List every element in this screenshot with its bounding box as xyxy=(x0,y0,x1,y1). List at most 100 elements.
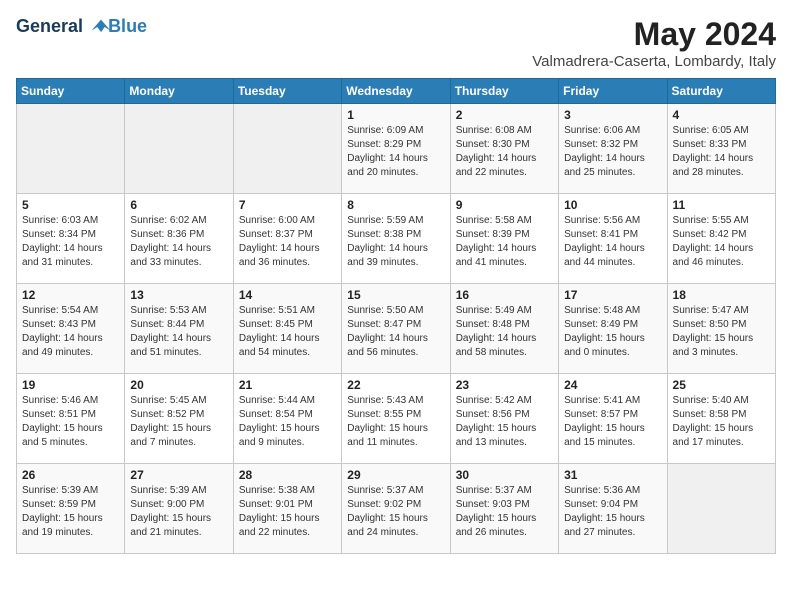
header: General Blue May 2024 Valmadrera-Caserta… xyxy=(16,16,776,70)
table-row: 1Sunrise: 6:09 AMSunset: 8:29 PMDaylight… xyxy=(342,104,450,194)
day-number: 7 xyxy=(239,198,336,212)
day-info: Sunrise: 5:47 AMSunset: 8:50 PMDaylight:… xyxy=(673,304,770,360)
table-row: 31 Sunrise: 5:36 AMSunset: 9:04 PMDayligh… xyxy=(559,464,667,554)
table-row: 28Sunrise: 5:38 AMSunset: 9:01 PMDayligh… xyxy=(233,464,341,554)
day-info: Sunrise: 5:50 AMSunset: 8:47 PMDaylight:… xyxy=(347,304,444,360)
table-row: 23 Sunrise: 5:42 AMSunset: 8:56 PMDayligh… xyxy=(450,374,558,464)
day-number: 11 xyxy=(673,198,770,212)
logo: General Blue xyxy=(16,16,147,38)
logo-line1: General xyxy=(16,16,83,36)
day-info: Sunrise: 5:45 AMSunset: 8:52 PMDaylight:… xyxy=(130,394,227,450)
day-info: Sunrise: 5:51 AMSunset: 8:45 PMDaylight:… xyxy=(239,304,336,360)
table-row: 8 Sunrise: 5:59 AMSunset: 8:38 PMDaylight… xyxy=(342,194,450,284)
header-tuesday: Tuesday xyxy=(233,79,341,104)
table-row: 6Sunrise: 6:02 AMSunset: 8:36 PMDaylight… xyxy=(125,194,233,284)
day-info: Sunrise: 6:08 AMSunset: 8:30 PMDaylight:… xyxy=(456,124,553,180)
table-row: 29 Sunrise: 5:37 AMSunset: 9:02 PMDayligh… xyxy=(342,464,450,554)
title-block: May 2024 Valmadrera-Caserta, Lombardy, I… xyxy=(532,16,776,70)
table-row: 13 Sunrise: 5:53 AMSunset: 8:44 PMDayligh… xyxy=(125,284,233,374)
calendar-week-4: 19 Sunrise: 5:46 AMSunset: 8:51 PMDayligh… xyxy=(17,374,776,464)
day-number: 25 xyxy=(673,378,770,392)
table-row xyxy=(125,104,233,194)
day-number: 16 xyxy=(456,288,553,302)
day-number: 10 xyxy=(564,198,661,212)
table-row: 26 Sunrise: 5:39 AMSunset: 8:59 PMDayligh… xyxy=(17,464,125,554)
day-info: Sunrise: 5:59 AMSunset: 8:38 PMDaylight:… xyxy=(347,214,444,270)
header-wednesday: Wednesday xyxy=(342,79,450,104)
day-info: Sunrise: 5:42 AMSunset: 8:56 PMDaylight:… xyxy=(456,394,553,450)
header-row: Sunday Monday Tuesday Wednesday Thursday… xyxy=(17,79,776,104)
day-info: Sunrise: 6:00 AMSunset: 8:37 PMDaylight:… xyxy=(239,214,336,270)
day-info: Sunrise: 5:46 AMSunset: 8:51 PMDaylight:… xyxy=(22,394,119,450)
table-row: 25Sunrise: 5:40 AMSunset: 8:58 PMDayligh… xyxy=(667,374,775,464)
table-row xyxy=(17,104,125,194)
day-number: 2 xyxy=(456,108,553,122)
day-info: Sunrise: 5:38 AMSunset: 9:01 PMDaylight:… xyxy=(239,484,336,540)
day-info: Sunrise: 5:43 AMSunset: 8:55 PMDaylight:… xyxy=(347,394,444,450)
table-row: 7 Sunrise: 6:00 AMSunset: 8:37 PMDaylight… xyxy=(233,194,341,284)
day-number: 9 xyxy=(456,198,553,212)
day-number: 22 xyxy=(347,378,444,392)
day-info: Sunrise: 5:49 AMSunset: 8:48 PMDaylight:… xyxy=(456,304,553,360)
calendar-header: Sunday Monday Tuesday Wednesday Thursday… xyxy=(17,79,776,104)
day-number: 19 xyxy=(22,378,119,392)
day-number: 17 xyxy=(564,288,661,302)
day-info: Sunrise: 5:39 AMSunset: 9:00 PMDaylight:… xyxy=(130,484,227,540)
day-number: 26 xyxy=(22,468,119,482)
header-monday: Monday xyxy=(125,79,233,104)
day-number: 4 xyxy=(673,108,770,122)
table-row: 24 Sunrise: 5:41 AMSunset: 8:57 PMDayligh… xyxy=(559,374,667,464)
table-row: 19 Sunrise: 5:46 AMSunset: 8:51 PMDayligh… xyxy=(17,374,125,464)
day-number: 6 xyxy=(130,198,227,212)
day-info: Sunrise: 6:06 AMSunset: 8:32 PMDaylight:… xyxy=(564,124,661,180)
table-row: 18Sunrise: 5:47 AMSunset: 8:50 PMDayligh… xyxy=(667,284,775,374)
table-row: 17Sunrise: 5:48 AMSunset: 8:49 PMDayligh… xyxy=(559,284,667,374)
day-number: 20 xyxy=(130,378,227,392)
table-row: 14 Sunrise: 5:51 AMSunset: 8:45 PMDayligh… xyxy=(233,284,341,374)
table-row: 15 Sunrise: 5:50 AMSunset: 8:47 PMDayligh… xyxy=(342,284,450,374)
calendar-body: 1Sunrise: 6:09 AMSunset: 8:29 PMDaylight… xyxy=(17,104,776,554)
day-info: Sunrise: 5:41 AMSunset: 8:57 PMDaylight:… xyxy=(564,394,661,450)
calendar-week-2: 5Sunrise: 6:03 AMSunset: 8:34 PMDaylight… xyxy=(17,194,776,284)
month-year: May 2024 xyxy=(532,16,776,53)
table-row: 12Sunrise: 5:54 AMSunset: 8:43 PMDayligh… xyxy=(17,284,125,374)
table-row xyxy=(667,464,775,554)
day-info: Sunrise: 6:03 AMSunset: 8:34 PMDaylight:… xyxy=(22,214,119,270)
table-row: 27Sunrise: 5:39 AMSunset: 9:00 PMDayligh… xyxy=(125,464,233,554)
table-row: 10 Sunrise: 5:56 AMSunset: 8:41 PMDayligh… xyxy=(559,194,667,284)
day-number: 31 xyxy=(564,468,661,482)
location: Valmadrera-Caserta, Lombardy, Italy xyxy=(532,53,776,70)
day-info: Sunrise: 5:56 AMSunset: 8:41 PMDaylight:… xyxy=(564,214,661,270)
day-info: Sunrise: 5:36 AMSunset: 9:04 PMDaylight:… xyxy=(564,484,661,540)
header-thursday: Thursday xyxy=(450,79,558,104)
day-number: 13 xyxy=(130,288,227,302)
table-row: 16 Sunrise: 5:49 AMSunset: 8:48 PMDayligh… xyxy=(450,284,558,374)
calendar-table: Sunday Monday Tuesday Wednesday Thursday… xyxy=(16,78,776,554)
day-info: Sunrise: 5:54 AMSunset: 8:43 PMDaylight:… xyxy=(22,304,119,360)
day-info: Sunrise: 5:39 AMSunset: 8:59 PMDaylight:… xyxy=(22,484,119,540)
table-row: 22 Sunrise: 5:43 AMSunset: 8:55 PMDayligh… xyxy=(342,374,450,464)
logo-line2: Blue xyxy=(108,16,147,36)
day-number: 21 xyxy=(239,378,336,392)
table-row xyxy=(233,104,341,194)
day-number: 23 xyxy=(456,378,553,392)
day-number: 14 xyxy=(239,288,336,302)
day-info: Sunrise: 5:37 AMSunset: 9:02 PMDaylight:… xyxy=(347,484,444,540)
header-saturday: Saturday xyxy=(667,79,775,104)
day-number: 3 xyxy=(564,108,661,122)
table-row: 9Sunrise: 5:58 AMSunset: 8:39 PMDaylight… xyxy=(450,194,558,284)
table-row: 30Sunrise: 5:37 AMSunset: 9:03 PMDayligh… xyxy=(450,464,558,554)
table-row: 21Sunrise: 5:44 AMSunset: 8:54 PMDayligh… xyxy=(233,374,341,464)
day-info: Sunrise: 6:05 AMSunset: 8:33 PMDaylight:… xyxy=(673,124,770,180)
day-number: 24 xyxy=(564,378,661,392)
day-number: 15 xyxy=(347,288,444,302)
table-row: 5Sunrise: 6:03 AMSunset: 8:34 PMDaylight… xyxy=(17,194,125,284)
day-number: 8 xyxy=(347,198,444,212)
day-info: Sunrise: 6:09 AMSunset: 8:29 PMDaylight:… xyxy=(347,124,444,180)
calendar-week-3: 12Sunrise: 5:54 AMSunset: 8:43 PMDayligh… xyxy=(17,284,776,374)
table-row: 2 Sunrise: 6:08 AMSunset: 8:30 PMDaylight… xyxy=(450,104,558,194)
day-info: Sunrise: 5:37 AMSunset: 9:03 PMDaylight:… xyxy=(456,484,553,540)
day-number: 29 xyxy=(347,468,444,482)
header-friday: Friday xyxy=(559,79,667,104)
day-info: Sunrise: 5:53 AMSunset: 8:44 PMDaylight:… xyxy=(130,304,227,360)
